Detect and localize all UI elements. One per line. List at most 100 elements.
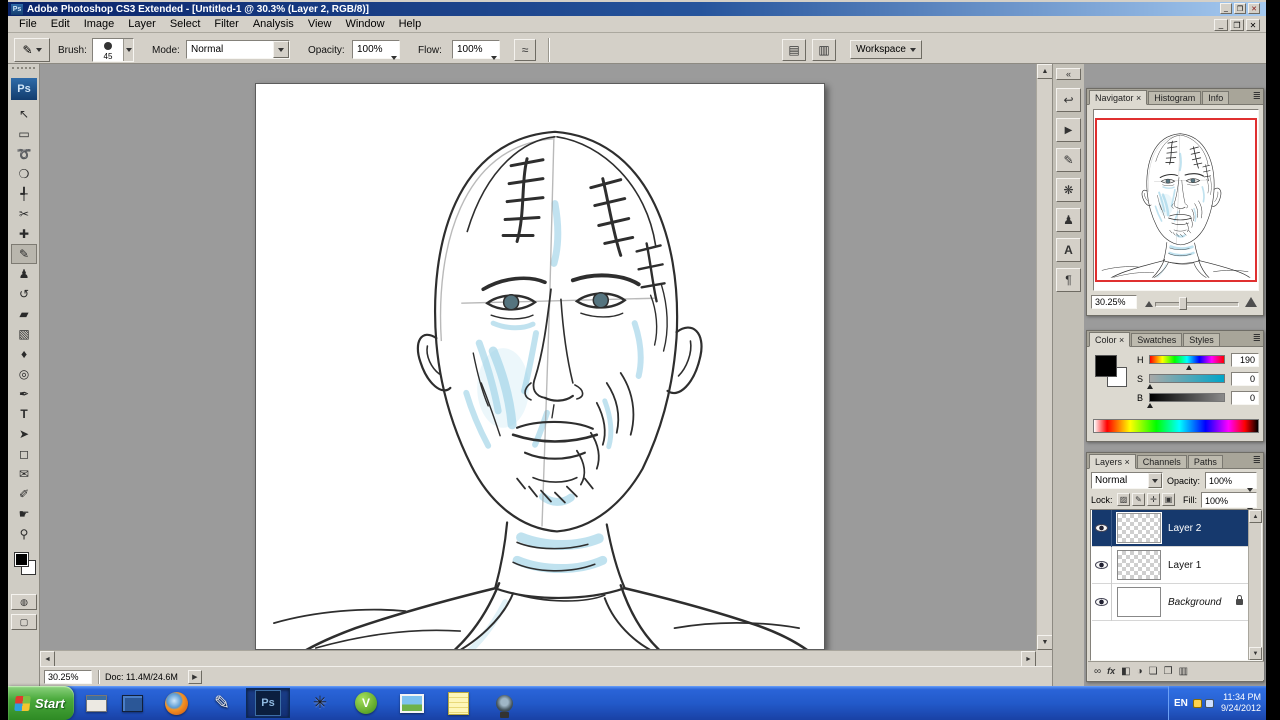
- tray-update-icon[interactable]: [1192, 698, 1202, 708]
- foreground-color-swatch[interactable]: [14, 552, 29, 567]
- panel-menu-icon[interactable]: ≣: [1253, 333, 1261, 344]
- eraser-tool[interactable]: ▰: [11, 304, 37, 324]
- layers-opacity-field[interactable]: 100%: [1205, 472, 1257, 492]
- add-layer-mask-icon[interactable]: ◧: [1121, 666, 1130, 677]
- video-chat-icon[interactable]: V: [352, 689, 380, 717]
- scroll-down-button[interactable]: ▼: [1037, 635, 1053, 650]
- restore-button[interactable]: ❐: [1234, 3, 1246, 14]
- delete-layer-icon[interactable]: ▥: [1179, 666, 1188, 677]
- actions-panel-icon[interactable]: ▶: [1056, 118, 1081, 142]
- menu-item-select[interactable]: Select: [163, 16, 208, 32]
- doc-restore-button[interactable]: ❐: [1230, 19, 1244, 31]
- tool-preset-dropdown[interactable]: ✎: [14, 38, 50, 62]
- photoshop-taskbar-button[interactable]: Ps: [246, 688, 290, 718]
- collapse-dock-button[interactable]: «: [1056, 68, 1081, 80]
- slice-tool[interactable]: ✂: [11, 204, 37, 224]
- dodge-tool[interactable]: ◎: [11, 364, 37, 384]
- path-selection-tool[interactable]: ➤: [11, 424, 37, 444]
- start-button[interactable]: Start: [8, 686, 74, 720]
- menu-item-analysis[interactable]: Analysis: [246, 16, 301, 32]
- opacity-input[interactable]: 100%: [352, 40, 400, 60]
- type-tool[interactable]: T: [11, 404, 37, 424]
- layer-visibility-toggle[interactable]: [1092, 583, 1112, 621]
- color-spectrum-ramp[interactable]: [1093, 419, 1259, 433]
- tab-paths[interactable]: Paths: [1187, 455, 1223, 468]
- hue-slider-marker[interactable]: [1186, 365, 1192, 370]
- clone-source-panel-icon[interactable]: ♟: [1056, 208, 1081, 232]
- document-canvas[interactable]: [255, 83, 825, 650]
- vertical-scrollbar[interactable]: ▲ ▼: [1036, 64, 1053, 650]
- mode-select-arrow[interactable]: [273, 41, 289, 58]
- history-panel-icon[interactable]: ↩: [1056, 88, 1081, 112]
- menu-item-image[interactable]: Image: [77, 16, 122, 32]
- menu-item-view[interactable]: View: [301, 16, 339, 32]
- move-tool[interactable]: ↖: [11, 104, 37, 124]
- clone-stamp-tool[interactable]: ♟: [11, 264, 37, 284]
- pencil-app-icon[interactable]: ✎: [208, 689, 236, 717]
- mode-select[interactable]: Normal: [186, 40, 290, 59]
- foreground-color-swatch[interactable]: [1095, 355, 1117, 377]
- lock-all-icon[interactable]: ▣: [1162, 493, 1175, 506]
- tab-swatches[interactable]: Swatches: [1131, 333, 1183, 346]
- tab-color[interactable]: Color ×: [1089, 332, 1131, 347]
- scroll-down-button[interactable]: ▼: [1249, 647, 1262, 660]
- layers-scrollbar[interactable]: ▲ ▼: [1248, 510, 1262, 660]
- tab-styles[interactable]: Styles: [1183, 333, 1220, 346]
- layer-name[interactable]: Background: [1168, 597, 1221, 608]
- scroll-up-button[interactable]: ▲: [1037, 64, 1053, 79]
- language-indicator[interactable]: EN: [1174, 698, 1188, 709]
- tab-layers[interactable]: Layers ×: [1089, 454, 1136, 469]
- flow-arrow[interactable]: [491, 47, 497, 65]
- opacity-arrow[interactable]: [391, 47, 397, 65]
- menu-item-file[interactable]: File: [12, 16, 44, 32]
- pen-tool[interactable]: ✒: [11, 384, 37, 404]
- zoom-out-icon[interactable]: [1145, 301, 1153, 307]
- gradient-tool[interactable]: ▧: [11, 324, 37, 344]
- airbrush-toggle[interactable]: ≈: [514, 39, 536, 61]
- new-layer-icon[interactable]: ❐: [1164, 666, 1173, 677]
- navigator-zoom-slider-thumb[interactable]: [1179, 297, 1187, 310]
- layer-row-layer-2[interactable]: Layer 2: [1092, 509, 1253, 547]
- brightness-slider-track[interactable]: [1149, 393, 1225, 402]
- blend-mode-arrow[interactable]: [1148, 473, 1162, 488]
- shape-tool[interactable]: ◻: [11, 444, 37, 464]
- brush-dropdown-arrow[interactable]: [123, 39, 133, 61]
- tab-channels[interactable]: Channels: [1136, 455, 1187, 468]
- paragraph-panel-icon[interactable]: ¶: [1056, 268, 1081, 292]
- panel-menu-icon[interactable]: ≣: [1253, 455, 1261, 466]
- navigator-proxy-rect[interactable]: [1095, 118, 1257, 282]
- adjustment-layer-icon[interactable]: ◑: [1137, 666, 1143, 677]
- layer-name[interactable]: Layer 1: [1168, 560, 1201, 571]
- new-group-icon[interactable]: ❏: [1149, 666, 1158, 677]
- panel-menu-icon[interactable]: ≣: [1253, 91, 1261, 102]
- scroll-right-button[interactable]: ►: [1021, 651, 1036, 667]
- scroll-left-button[interactable]: ◄: [40, 651, 55, 667]
- brush-tool[interactable]: ✎: [11, 244, 37, 264]
- layer-visibility-toggle[interactable]: [1092, 546, 1112, 584]
- media-app-icon[interactable]: [118, 689, 146, 717]
- zoom-in-icon[interactable]: [1245, 297, 1257, 307]
- menu-item-edit[interactable]: Edit: [44, 16, 77, 32]
- image-viewer-icon[interactable]: [398, 689, 426, 717]
- zoom-level-field[interactable]: 30.25%: [44, 669, 92, 684]
- notes-app-icon[interactable]: [444, 689, 472, 717]
- history-brush-tool[interactable]: ↺: [11, 284, 37, 304]
- healing-brush-tool[interactable]: ✚: [11, 224, 37, 244]
- saturation-slider-marker[interactable]: [1147, 384, 1153, 389]
- hand-tool[interactable]: ☛: [11, 504, 37, 524]
- flow-input[interactable]: 100%: [452, 40, 500, 60]
- firefox-icon[interactable]: [162, 689, 190, 717]
- quick-mask-button[interactable]: ◍: [11, 594, 37, 610]
- layer-row-layer-1[interactable]: Layer 1: [1092, 546, 1253, 584]
- link-layers-icon[interactable]: ∞: [1094, 666, 1101, 677]
- rectangular-marquee-tool[interactable]: ▭: [11, 124, 37, 144]
- menu-item-window[interactable]: Window: [338, 16, 391, 32]
- layer-thumbnail[interactable]: [1117, 587, 1161, 617]
- tab-navigator[interactable]: Navigator ×: [1089, 90, 1148, 105]
- hue-value-field[interactable]: 190: [1231, 353, 1259, 367]
- layer-thumbnail[interactable]: [1117, 550, 1161, 580]
- eyedropper-tool[interactable]: ✐: [11, 484, 37, 504]
- navigator-zoom-slider[interactable]: [1155, 302, 1239, 307]
- layer-visibility-toggle[interactable]: [1092, 509, 1112, 547]
- crop-tool[interactable]: ╃: [11, 184, 37, 204]
